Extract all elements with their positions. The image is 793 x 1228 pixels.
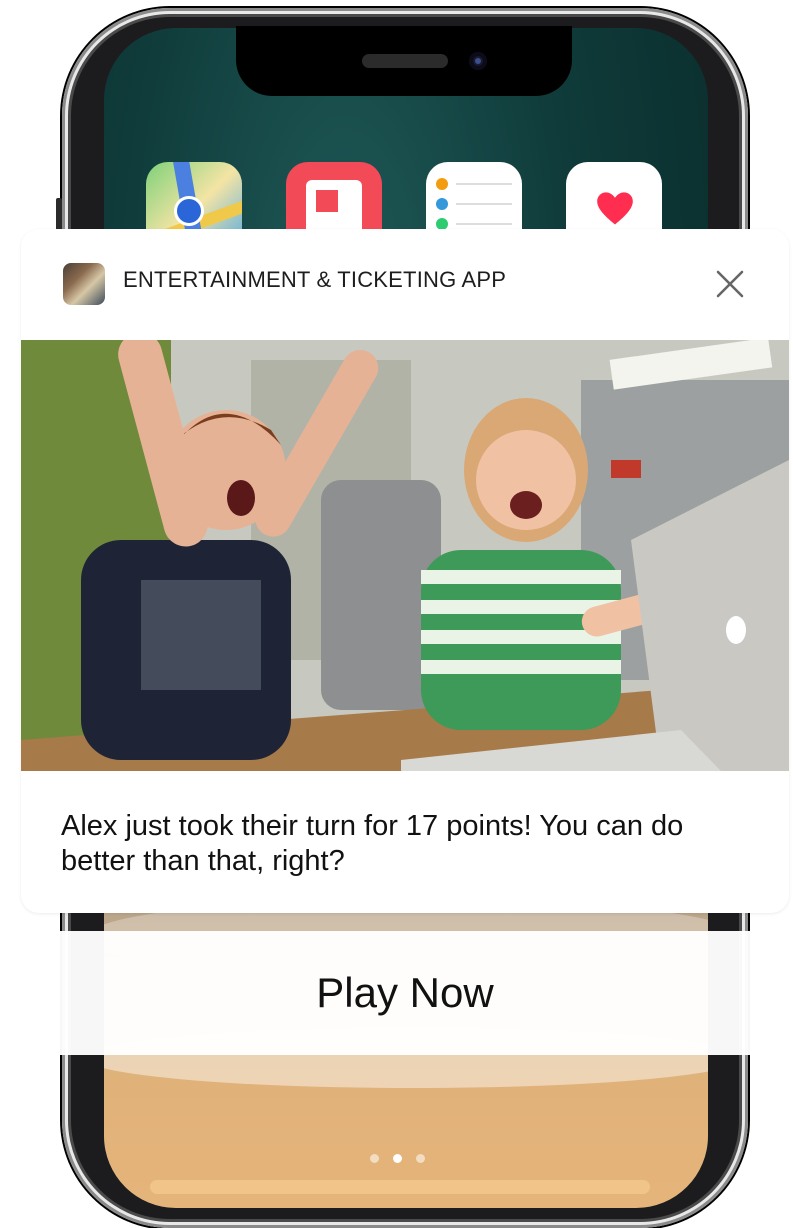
page-dot [416, 1154, 425, 1163]
heart-icon [597, 192, 633, 225]
play-now-button[interactable]: Play Now [21, 931, 789, 1055]
kids-celebrating-image [21, 340, 789, 771]
notification-message: Alex just took their turn for 17 points!… [61, 810, 684, 877]
notification-card[interactable]: ENTERTAINMENT & TICKETING APP Alex just … [21, 229, 789, 913]
app-thumbnail [63, 263, 105, 305]
app-name: ENTERTAINMENT & TICKETING APP [123, 267, 507, 292]
page-dot [370, 1154, 379, 1163]
close-icon[interactable] [713, 267, 747, 301]
dock [150, 1180, 650, 1194]
hero-image [21, 340, 789, 771]
speaker-grille [362, 54, 448, 68]
front-camera [469, 52, 487, 70]
page-indicator [370, 1154, 425, 1163]
notification-header: ENTERTAINMENT & TICKETING APP [21, 229, 789, 340]
page-dot-active [393, 1154, 402, 1163]
